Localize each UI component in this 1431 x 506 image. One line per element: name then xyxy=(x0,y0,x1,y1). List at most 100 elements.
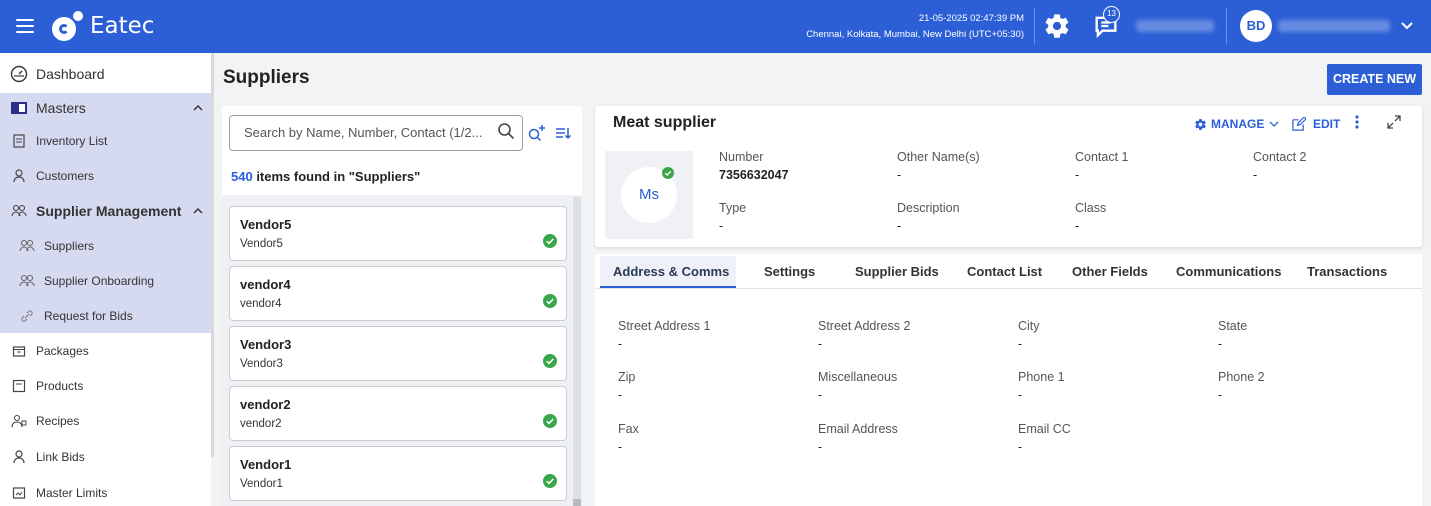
supplier-name: vendor2 xyxy=(240,397,291,412)
field-label-state: State xyxy=(1218,319,1248,333)
sidebar-item-label: Master Limits xyxy=(36,486,108,500)
manage-gear-icon xyxy=(1195,118,1206,130)
sidebar-item-recipes[interactable]: Recipes xyxy=(0,404,211,438)
sidebar-item-dashboard[interactable]: Dashboard xyxy=(0,59,211,89)
masters-icon xyxy=(10,99,28,117)
sidebar-item-label: Dashboard xyxy=(36,66,105,82)
tab-communications[interactable]: Communications xyxy=(1176,264,1281,279)
supplier-subtitle: vendor4 xyxy=(240,298,282,310)
field-label-email-address: Email Address xyxy=(818,422,898,436)
sidebar-item-label: Masters xyxy=(36,100,86,116)
tab-contact-list[interactable]: Contact List xyxy=(967,264,1042,279)
sidebar-item-label: Request for Bids xyxy=(44,308,133,323)
supplier-list-item[interactable]: vendor4 vendor4 xyxy=(229,266,567,321)
sidebar-item-products[interactable]: Products xyxy=(0,369,211,403)
sidebar-item-supplier-management[interactable]: Supplier Management xyxy=(0,194,211,228)
sidebar-item-label: Customers xyxy=(36,169,95,183)
field-value-street-address-2: - xyxy=(818,337,823,351)
field-value-miscellaneous: - xyxy=(818,388,823,402)
supplier-subtitle: Vendor5 xyxy=(240,238,283,250)
sidebar-item-master-limits[interactable]: Master Limits xyxy=(0,476,211,506)
supplier-list-item[interactable]: Vendor1 Vendor1 xyxy=(229,446,567,501)
supplier-name: Vendor1 xyxy=(240,457,292,472)
chevron-up-icon[interactable] xyxy=(193,103,203,113)
active-tab-underline xyxy=(600,286,736,288)
active-check-icon xyxy=(543,474,557,488)
field-value-fax: - xyxy=(618,440,623,454)
active-check-icon xyxy=(543,414,557,428)
detail-tabs-panel xyxy=(595,254,1422,506)
list-scrollbar[interactable] xyxy=(573,197,581,506)
sidebar-item-label: Suppliers xyxy=(44,238,95,253)
active-check-icon xyxy=(543,234,557,248)
sidebar-item-request-for-bids[interactable]: Request for Bids xyxy=(0,298,211,333)
sidebar-item-masters[interactable]: Masters xyxy=(0,93,211,123)
chevron-down-icon[interactable] xyxy=(1400,18,1414,32)
tab-supplier-bids[interactable]: Supplier Bids xyxy=(855,264,939,279)
field-label-phone-2: Phone 2 xyxy=(1218,370,1265,384)
advanced-search-icon[interactable] xyxy=(527,123,547,143)
brand-logo[interactable]: Eatec xyxy=(52,9,154,43)
field-label-street-address-1: Street Address 1 xyxy=(618,319,711,333)
person-icon xyxy=(10,448,28,466)
link-icon xyxy=(18,307,36,325)
sidebar-item-link-bids[interactable]: Link Bids xyxy=(0,440,211,474)
edit-button[interactable]: EDIT xyxy=(1291,115,1340,133)
sidebar-item-inventory-list[interactable]: Inventory List xyxy=(0,123,211,158)
active-check-icon xyxy=(543,354,557,368)
sidebar-item-suppliers[interactable]: Suppliers xyxy=(0,228,211,263)
manage-dropdown-button[interactable]: MANAGE xyxy=(1194,115,1279,133)
edit-label: EDIT xyxy=(1313,117,1341,131)
logo-mark-icon xyxy=(52,11,83,41)
search-input[interactable]: Search by Name, Number, Contact (1/2... xyxy=(229,115,523,151)
tabs-divider xyxy=(595,288,1422,289)
supplier-list-item[interactable]: Vendor5 Vendor5 xyxy=(229,206,567,261)
package-icon xyxy=(10,342,28,360)
sidebar-item-supplier-onboarding[interactable]: Supplier Onboarding xyxy=(0,263,211,298)
chevron-up-icon[interactable] xyxy=(193,206,203,216)
sidebar-item-label: Link Bids xyxy=(36,450,85,464)
field-value-other-names: - xyxy=(897,168,902,182)
sidebar-item-packages[interactable]: Packages xyxy=(0,334,211,368)
field-label-contact-1: Contact 1 xyxy=(1075,150,1129,164)
person-icon xyxy=(10,167,28,185)
sidebar-item-label: Packages xyxy=(36,344,89,358)
list-scrollbar-thumb[interactable] xyxy=(573,499,581,506)
field-value-class: - xyxy=(1075,219,1080,233)
field-value-type: - xyxy=(719,219,724,233)
field-value-email-address: - xyxy=(818,440,823,454)
dashboard-icon xyxy=(10,65,28,83)
tab-other-fields[interactable]: Other Fields xyxy=(1072,264,1148,279)
notification-count-badge: 13 xyxy=(1103,6,1120,23)
product-icon xyxy=(10,377,28,395)
field-value-number: 7356632047 xyxy=(719,168,789,182)
settings-gear-icon[interactable] xyxy=(1043,12,1071,40)
more-options-icon[interactable] xyxy=(1352,114,1362,132)
active-check-icon xyxy=(543,294,557,308)
field-value-contact-2: - xyxy=(1253,168,1258,182)
supplier-list-item[interactable]: Vendor3 Vendor3 xyxy=(229,326,567,381)
manage-label: MANAGE xyxy=(1211,117,1265,131)
supplier-list-item[interactable]: vendor2 vendor2 xyxy=(229,386,567,441)
field-label-contact-2: Contact 2 xyxy=(1253,150,1307,164)
sidebar-item-customers[interactable]: Customers xyxy=(0,158,211,194)
expand-icon[interactable] xyxy=(1386,114,1402,130)
field-value-street-address-1: - xyxy=(618,337,623,351)
sidebar-item-label: Supplier Onboarding xyxy=(44,273,155,288)
search-icon[interactable] xyxy=(497,122,515,140)
tab-address-comms[interactable]: Address & Comms xyxy=(613,264,729,279)
tab-transactions[interactable]: Transactions xyxy=(1307,264,1387,279)
user-avatar[interactable]: BD xyxy=(1240,10,1272,42)
supplier-subtitle: Vendor3 xyxy=(240,358,283,370)
sidebar-scrollbar[interactable] xyxy=(211,53,214,457)
chevron-down-icon xyxy=(1269,121,1279,127)
supplier-management-icon xyxy=(10,202,28,220)
suppliers-icon xyxy=(18,237,36,255)
tab-settings[interactable]: Settings xyxy=(764,264,815,279)
hamburger-menu-icon[interactable] xyxy=(16,19,34,33)
result-count: 540 items found in "Suppliers" xyxy=(231,169,420,184)
result-count-text: items found in "Suppliers" xyxy=(252,169,421,184)
field-value-city: - xyxy=(1018,337,1023,351)
create-new-button[interactable]: CREATE NEW xyxy=(1327,64,1422,95)
sort-icon[interactable] xyxy=(555,125,571,141)
